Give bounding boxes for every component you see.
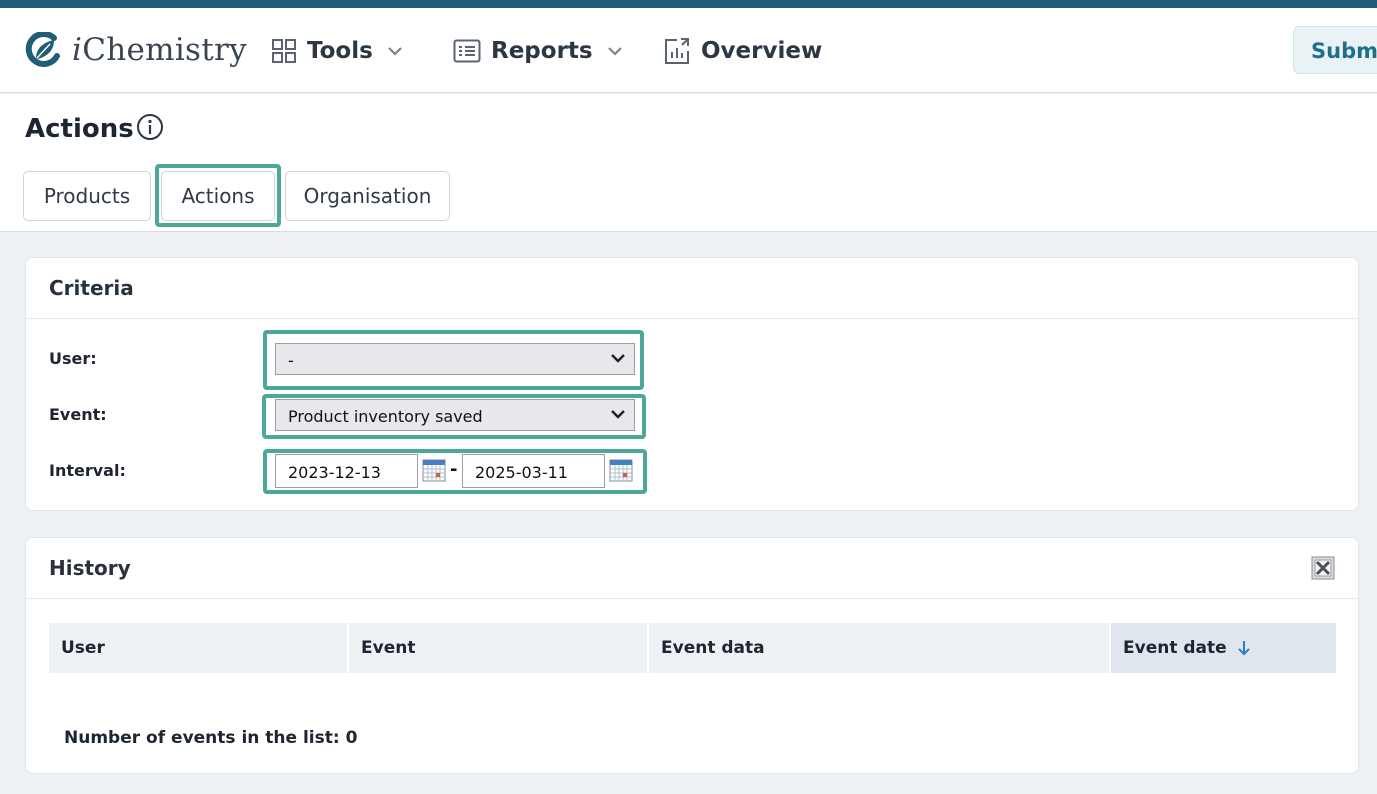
chevron-down-icon xyxy=(611,410,625,419)
tab-organisation[interactable]: Organisation xyxy=(285,171,450,221)
chevron-down-icon xyxy=(611,354,625,363)
history-table-header: User Event Event data Event date xyxy=(49,623,1336,673)
user-select[interactable]: - xyxy=(275,343,635,375)
submit-button[interactable]: Submit xyxy=(1293,26,1377,74)
nav-overview-link[interactable]: Overview xyxy=(663,34,822,68)
criteria-title: Criteria xyxy=(26,258,1358,319)
tab-actions[interactable]: Actions xyxy=(161,171,275,221)
page-header: Actions Products Actions Organisation xyxy=(0,94,1377,232)
user-label: User: xyxy=(49,349,97,368)
nav-tools-label: Tools xyxy=(307,38,373,64)
info-icon[interactable] xyxy=(136,113,164,141)
brand-name: iChemistry xyxy=(72,32,247,68)
nav-reports-label: Reports xyxy=(491,38,593,64)
column-header-event-data[interactable]: Event data xyxy=(649,623,1111,673)
page-title: Actions xyxy=(25,114,134,144)
user-select-value: - xyxy=(288,351,294,370)
nav-reports-menu[interactable]: Reports xyxy=(453,34,623,68)
nav-overview-label: Overview xyxy=(701,38,823,64)
column-header-event-date[interactable]: Event date xyxy=(1111,623,1336,673)
interval-label: Interval: xyxy=(49,461,126,480)
sort-descending-icon xyxy=(1237,641,1250,656)
event-label: Event: xyxy=(49,405,107,424)
top-accent-stripe xyxy=(0,0,1377,8)
grid-icon xyxy=(272,39,296,63)
chevron-down-icon xyxy=(607,47,622,56)
date-to-input[interactable]: 2025-03-11 xyxy=(462,454,605,488)
top-navbar: iChemistry Tools Reports Overview Subm xyxy=(0,8,1377,93)
brand-logo[interactable]: iChemistry xyxy=(24,30,247,70)
history-title: History xyxy=(26,538,1358,599)
bar-chart-icon xyxy=(665,38,689,64)
criteria-panel: Criteria User: - Event: Product inventor… xyxy=(25,257,1359,511)
calendar-icon[interactable] xyxy=(609,458,633,482)
event-count-text: Number of events in the list: 0 xyxy=(64,728,358,748)
column-header-event-date-label: Event date xyxy=(1123,638,1227,658)
column-header-event[interactable]: Event xyxy=(349,623,649,673)
date-from-input[interactable]: 2023-12-13 xyxy=(275,454,418,488)
excel-export-icon[interactable] xyxy=(1311,556,1335,580)
nav-tools-menu[interactable]: Tools xyxy=(271,34,403,68)
interval-separator: - xyxy=(450,459,458,480)
leaf-logo-icon xyxy=(25,32,60,67)
tab-products[interactable]: Products xyxy=(23,171,151,221)
report-list-icon xyxy=(453,39,481,63)
calendar-icon[interactable] xyxy=(422,458,446,482)
history-panel: History User Event Event data Event date… xyxy=(25,537,1359,774)
column-header-user[interactable]: User xyxy=(49,623,349,673)
chevron-down-icon xyxy=(388,47,402,56)
event-select-value: Product inventory saved xyxy=(288,407,483,426)
event-select[interactable]: Product inventory saved xyxy=(275,399,635,431)
